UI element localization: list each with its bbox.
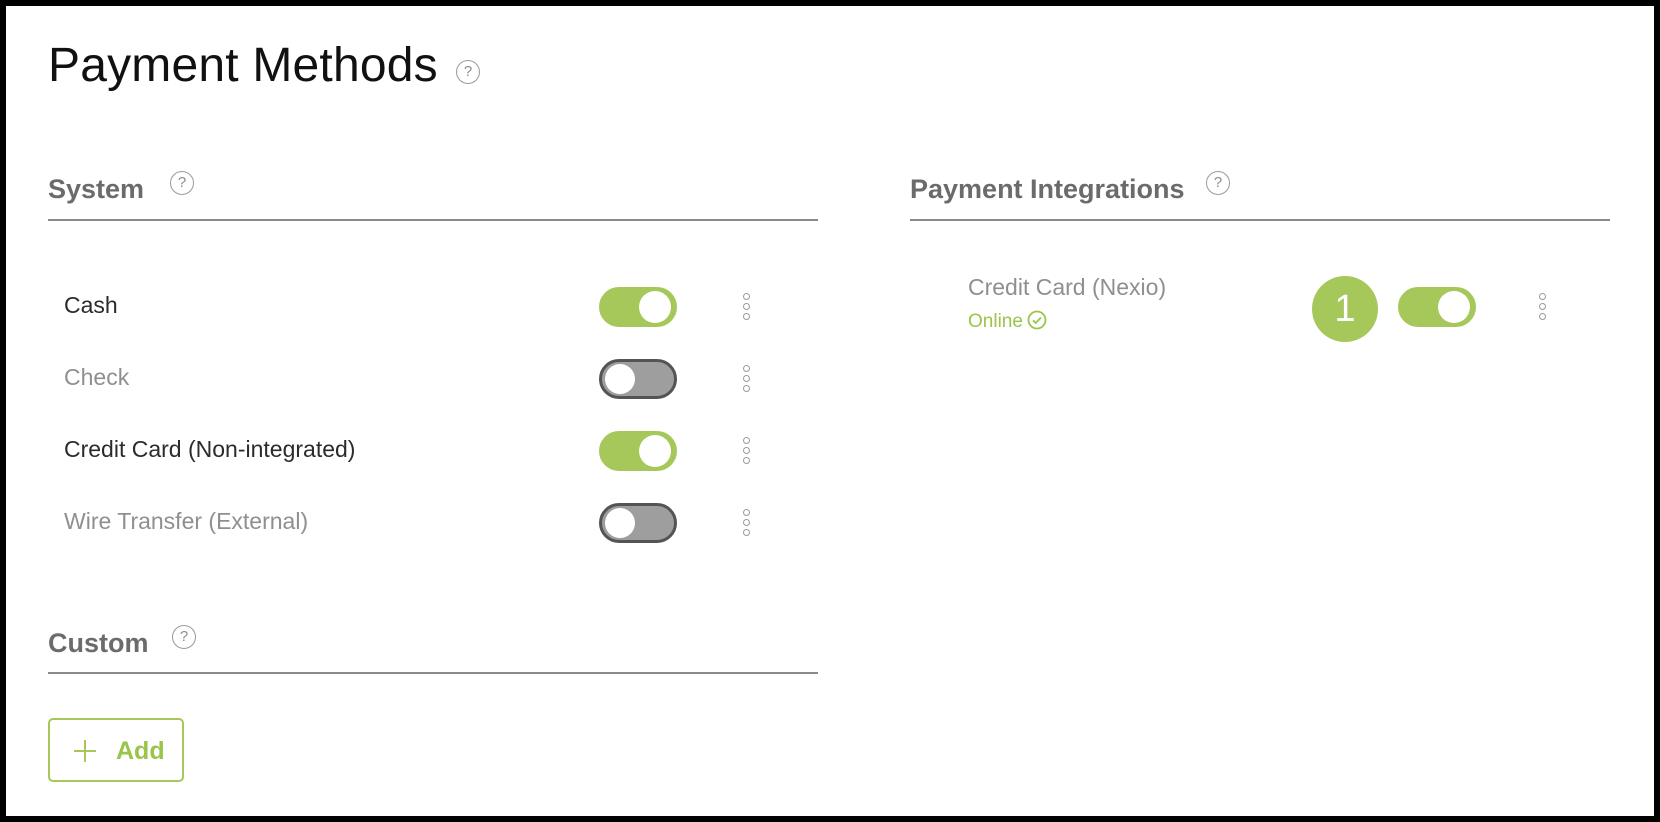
integration-item-label: Credit Card (Nexio) xyxy=(968,274,1167,300)
system-item-label: Wire Transfer (External) xyxy=(64,508,309,534)
toggle-knob xyxy=(605,364,635,394)
check-more-icon[interactable] xyxy=(740,364,754,394)
status-text: Online xyxy=(968,311,1023,332)
page-help-icon[interactable]: ? xyxy=(456,60,480,84)
system-divider xyxy=(48,219,818,221)
integrations-help-icon[interactable]: ? xyxy=(1206,171,1230,195)
cash-more-icon[interactable] xyxy=(740,292,754,322)
credit-card-more-icon[interactable] xyxy=(740,436,754,466)
check-toggle[interactable] xyxy=(599,359,677,399)
custom-help-icon[interactable]: ? xyxy=(172,625,196,649)
custom-divider xyxy=(48,672,818,674)
credit-card-toggle[interactable] xyxy=(599,431,677,471)
check-circle-icon xyxy=(1027,311,1047,330)
system-help-icon[interactable]: ? xyxy=(170,171,194,195)
add-custom-button[interactable]: Add xyxy=(48,718,184,782)
custom-section-title: Custom xyxy=(48,628,149,658)
integrations-divider xyxy=(910,219,1610,221)
add-button-label: Add xyxy=(116,737,165,765)
system-item-label: Credit Card (Non-integrated) xyxy=(64,436,356,462)
wire-transfer-toggle[interactable] xyxy=(599,503,677,543)
toggle-knob xyxy=(639,435,671,467)
system-item-label: Check xyxy=(64,364,130,390)
payment-methods-page: Payment Methods ? System ? Cash Check Cr… xyxy=(6,6,1654,816)
system-item-label: Cash xyxy=(64,292,118,318)
wire-transfer-more-icon[interactable] xyxy=(740,508,754,538)
system-section-title: System xyxy=(48,174,145,204)
toggle-knob xyxy=(605,508,635,538)
cash-toggle[interactable] xyxy=(599,287,677,327)
nexio-more-icon[interactable] xyxy=(1536,292,1550,322)
integration-status: Online xyxy=(968,311,1047,332)
integrations-section-title: Payment Integrations xyxy=(910,174,1185,204)
plus-icon xyxy=(74,740,96,762)
toggle-knob xyxy=(639,291,671,323)
toggle-knob xyxy=(1438,291,1470,323)
page-title: Payment Methods xyxy=(48,39,438,92)
integration-count-badge: 1 xyxy=(1312,276,1378,342)
nexio-toggle[interactable] xyxy=(1398,287,1476,327)
